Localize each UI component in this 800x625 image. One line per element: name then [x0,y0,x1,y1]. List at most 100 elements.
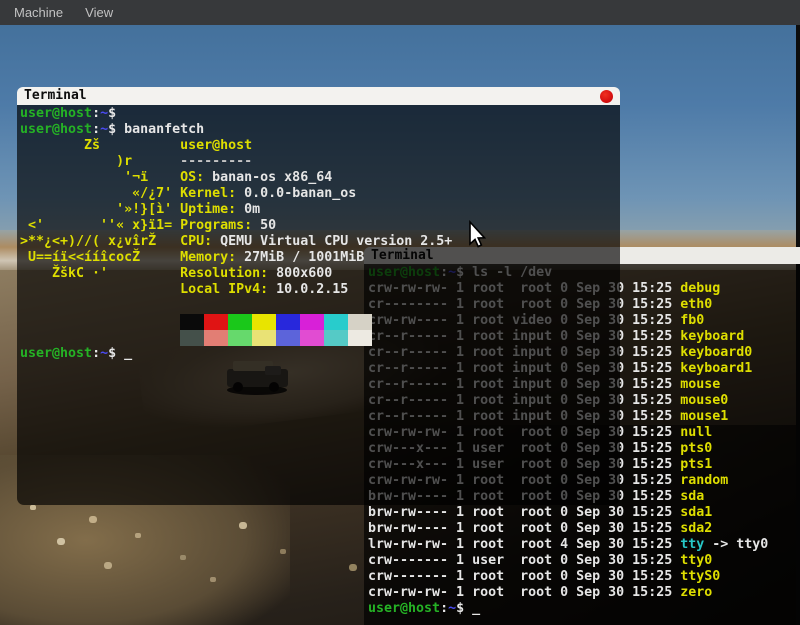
terminal-text: crw------- 1 root root 0 Sep 30 15:25 [368,569,680,584]
terminal-text: crw------- 1 user root 0 Sep 30 15:25 [368,553,680,568]
terminal-text: QEMU Virtual CPU version 2.5+ [212,234,452,249]
palette-swatch [276,330,300,346]
menu-view[interactable]: View [74,1,124,24]
terminal-text: random [680,473,728,488]
terminal-text: -> tty0 [704,537,768,552]
vm-screen: Machine View Terminal user@host:~$ ls -l… [0,0,800,625]
terminal-text: user@host [20,106,92,121]
terminal-text: keyboard0 [680,345,752,360]
terminal-text: ~ [100,122,108,137]
terminal-text: : [92,346,100,361]
terminal-text: «/¿7' Kernel: [20,186,236,201]
terminal-text: $ _ [108,346,132,361]
terminal-text: ~ [100,106,108,121]
palette-swatch [204,314,228,330]
terminal-text: <' ''« x}ï1= Programs: [20,218,252,233]
terminal-text: : [92,122,100,137]
terminal-line: user@host:~$ bananfetch [20,122,620,138]
terminal-text: ~ [100,346,108,361]
mouse-cursor-icon [464,220,486,250]
terminal-line: ŽškC ·' Resolution: 800x600 [20,266,620,282]
wallpaper-rocks [30,505,36,510]
terminal-text: lrw-rw-rw- 1 root root 4 Sep 30 15:25 [368,537,680,552]
close-button-icon[interactable] [600,90,613,103]
terminal-text: 50 [252,218,276,233]
terminal-text: mouse0 [680,393,728,408]
terminal-text: : [440,601,448,616]
terminal-text: ttyS0 [680,569,720,584]
terminal-line: «/¿7' Kernel: 0.0.0-banan_os [20,186,620,202]
terminal-line [20,314,620,330]
terminal-line [20,298,620,314]
terminal-text: ~ [448,601,456,616]
terminal-text: mouse [680,377,720,392]
terminal-front-title: Terminal [17,88,87,103]
terminal-line: crw------- 1 root root 0 Sep 30 15:25 tt… [368,569,800,585]
terminal-text [20,330,180,345]
terminal-line: >**¿<+)//( x¿vîrŽ CPU: QEMU Virtual CPU … [20,234,620,250]
palette-swatch [252,314,276,330]
palette-swatch [324,314,348,330]
terminal-text: sda2 [680,521,712,536]
terminal-text: 0m [236,202,260,217]
terminal-line: brw-rw---- 1 root root 0 Sep 30 15:25 sd… [368,521,800,537]
terminal-text: tty0 [680,553,712,568]
terminal-line: user@host:~$ _ [368,601,800,617]
terminal-text: brw-rw---- 1 root root 0 Sep 30 15:25 [368,521,680,536]
terminal-line: '¬ï OS: banan-os x86_64 [20,170,620,186]
terminal-text: $ _ [456,601,480,616]
terminal-text: : [92,106,100,121]
terminal-text: null [680,425,712,440]
terminal-line: )r --------- [20,154,620,170]
terminal-text: user@host [20,346,92,361]
vm-menubar: Machine View [0,0,800,25]
terminal-text: '¬ï OS: [20,170,204,185]
palette-swatch [324,330,348,346]
terminal-text: >**¿<+)//( x¿vîrŽ CPU: [20,234,212,249]
terminal-text: zero [680,585,712,600]
terminal-text [20,314,180,329]
terminal-text: $ [108,106,124,121]
terminal-text: debug [680,281,720,296]
terminal-front-titlebar[interactable]: Terminal [17,87,620,105]
palette-swatch [228,314,252,330]
terminal-text: )r [20,154,180,169]
palette-swatch [252,330,276,346]
terminal-text: keyboard1 [680,361,752,376]
terminal-line: <' ''« x}ï1= Programs: 50 [20,218,620,234]
palette-swatch [348,330,372,346]
terminal-text: pts0 [680,441,712,456]
terminal-text: keyboard [680,329,744,344]
terminal-window-front: Terminal user@host:~$ user@host:~$ banan… [17,87,620,505]
terminal-line: brw-rw---- 1 root root 0 Sep 30 15:25 sd… [368,505,800,521]
palette-swatch [276,314,300,330]
palette-swatch [204,330,228,346]
terminal-text: 10.0.2.15 [268,282,348,297]
terminal-front-body[interactable]: user@host:~$ user@host:~$ bananfetch Zš … [17,105,620,505]
terminal-text: 27MiB / 1001MiB [236,250,364,265]
terminal-line: Zš user@host [20,138,620,154]
terminal-line: user@host:~$ [20,106,620,122]
palette-swatch [348,314,372,330]
terminal-text: U==íï<<ííîcocŽ Memory: [20,250,236,265]
terminal-text: Local IPv4: [20,282,268,297]
terminal-text: mouse1 [680,409,728,424]
terminal-text: brw-rw---- 1 root root 0 Sep 30 15:25 [368,505,680,520]
terminal-text: sda [680,489,704,504]
terminal-text: $ bananfetch [108,122,204,137]
terminal-text: 0.0.0-banan_os [236,186,356,201]
terminal-text: user@host [368,601,440,616]
terminal-text: tty [680,537,704,552]
menu-machine[interactable]: Machine [3,1,74,24]
terminal-line [20,330,620,346]
terminal-text: '»!}[ì' Uptime: [20,202,236,217]
palette-swatch [300,314,324,330]
terminal-line: Local IPv4: 10.0.2.15 [20,282,620,298]
terminal-text: Zš user@host [20,138,252,153]
palette-swatch [228,330,252,346]
terminal-line: lrw-rw-rw- 1 root root 4 Sep 30 15:25 tt… [368,537,800,553]
terminal-text: user@host [20,122,92,137]
terminal-text: crw-rw-rw- 1 root root 0 Sep 30 15:25 [368,585,680,600]
terminal-text: fb0 [680,313,704,328]
terminal-text: eth0 [680,297,712,312]
